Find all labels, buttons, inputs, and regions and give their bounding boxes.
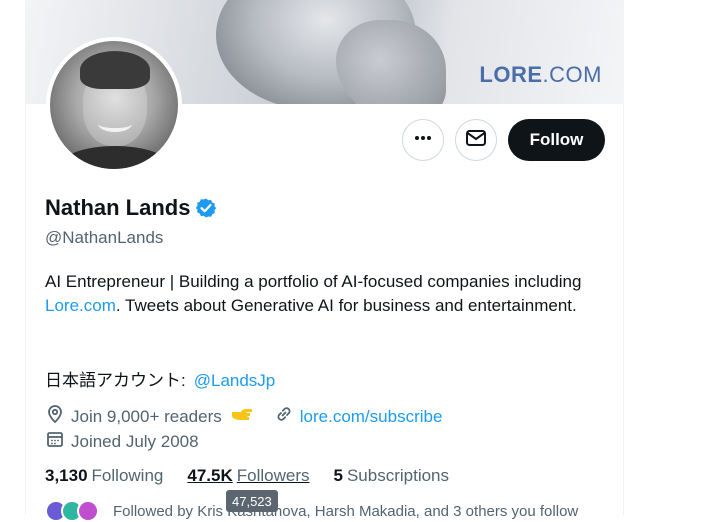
profile-handle: @NathanLands — [45, 228, 164, 247]
more-horizontal-icon — [413, 128, 433, 153]
joined-row: Joined July 2008 — [45, 429, 199, 454]
japanese-account-line: 日本語アカウント: @LandsJp — [45, 371, 276, 390]
bio-link-lore[interactable]: Lore.com — [45, 296, 116, 315]
following-stat[interactable]: 3,130 Following — [45, 466, 163, 486]
calendar-icon — [45, 429, 71, 454]
location-pin-icon — [45, 404, 71, 429]
banner-brand-logo: LORE.COM — [479, 62, 602, 87]
profile-stats: 3,130 Following 47.5K Followers 5 Subscript… — [45, 466, 473, 486]
followed-by-text: Followed by Kris Kashtanova, Harsh Makad… — [113, 502, 579, 520]
profile-bio: AI Entrepreneur | Building a portfolio o… — [45, 272, 582, 315]
more-options-button[interactable] — [402, 119, 444, 161]
website-link[interactable]: lore.com/subscribe — [274, 404, 442, 429]
followers-stat[interactable]: 47.5K Followers — [187, 466, 309, 486]
profile-location: Join 9,000+ readers — [71, 406, 222, 426]
banner-sculpture-shoulder — [336, 20, 446, 104]
followed-by-row[interactable]: Followed by Kris Kashtanova, Harsh Makad… — [45, 500, 578, 522]
pointing-hand-icon — [230, 405, 260, 428]
verified-badge-icon[interactable] — [195, 197, 217, 219]
followed-by-avatars — [45, 500, 99, 522]
japanese-account-link[interactable]: @LandsJp — [194, 371, 276, 390]
subscriptions-stat[interactable]: 5 Subscriptions — [333, 466, 449, 486]
message-button[interactable] — [455, 119, 497, 161]
follow-button[interactable]: Follow — [508, 119, 605, 161]
profile-name: Nathan Lands — [45, 195, 191, 220]
profile-name-row: Nathan Lands — [45, 195, 217, 221]
envelope-icon — [465, 127, 487, 154]
profile-avatar[interactable] — [46, 37, 182, 173]
followers-tooltip: 47,523 — [226, 490, 278, 512]
link-icon — [274, 404, 300, 429]
mini-avatar — [77, 500, 99, 522]
profile-meta-row: Join 9,000+ readers lore.com/subscribe — [45, 404, 442, 429]
joined-date: Joined July 2008 — [71, 431, 199, 451]
